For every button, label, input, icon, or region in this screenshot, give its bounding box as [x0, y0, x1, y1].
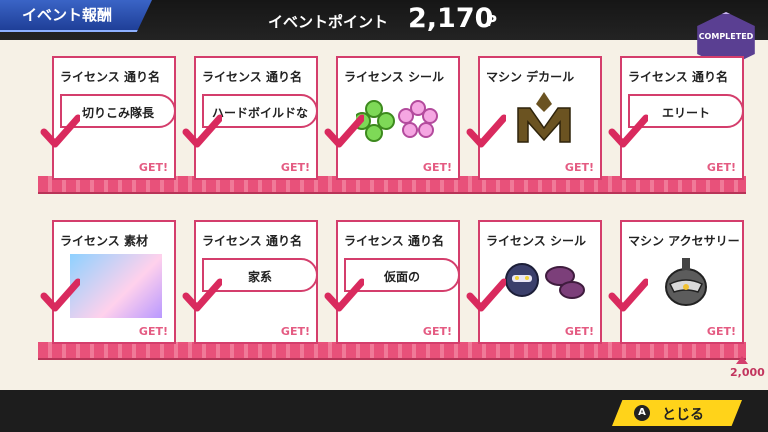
helmet-icon	[665, 258, 707, 306]
a-button-icon: A	[634, 405, 650, 421]
points-label: イベントポイント	[268, 13, 389, 31]
check-icon	[466, 112, 508, 152]
completed-badge-text: COMPLETED	[698, 32, 754, 41]
check-icon	[608, 276, 650, 316]
reward-category: マシン デカール	[486, 70, 575, 84]
get-label: GET!	[422, 325, 452, 338]
check-icon	[324, 276, 366, 316]
check-icon	[608, 112, 650, 152]
get-label: GET!	[422, 161, 452, 174]
check-icon	[466, 276, 508, 316]
landscape-photo-icon	[70, 254, 162, 318]
get-label: GET!	[280, 161, 310, 174]
get-label: GET!	[706, 161, 736, 174]
progress-stripe-row-2	[38, 342, 746, 358]
reward-category: ライセンス シール	[486, 234, 586, 248]
points-value: 2,170	[408, 3, 494, 34]
check-icon	[40, 112, 82, 152]
check-icon	[182, 112, 224, 152]
reward-category: ライセンス 通り名	[60, 70, 160, 84]
reward-category: ライセンス 素材	[60, 234, 148, 248]
flower-stickers-icon	[356, 100, 438, 142]
knight-sticker-icon	[505, 263, 585, 299]
reward-category: マシン アクセサリー	[628, 234, 740, 248]
points-unit: P	[486, 12, 497, 30]
title-tab: イベント報酬	[0, 0, 152, 32]
header-bar: イベント報酬 イベントポイント 2,170 P	[0, 0, 768, 40]
get-label: GET!	[280, 325, 310, 338]
reward-category: ライセンス 通り名	[344, 234, 444, 248]
check-icon	[182, 276, 224, 316]
check-icon	[324, 112, 366, 152]
get-label: GET!	[564, 325, 594, 338]
get-label: GET!	[138, 325, 168, 338]
m-decal-icon	[517, 92, 571, 143]
get-label: GET!	[564, 161, 594, 174]
reward-category: ライセンス 通り名	[202, 234, 302, 248]
reward-category: ライセンス 通り名	[628, 70, 728, 84]
page-title: イベント報酬	[22, 6, 113, 24]
check-icon	[40, 276, 82, 316]
goal-points: 2,000	[730, 366, 765, 379]
get-label: GET!	[706, 325, 736, 338]
get-label: GET!	[138, 161, 168, 174]
reward-category: ライセンス シール	[344, 70, 444, 84]
close-button-label: とじる	[662, 407, 704, 423]
reward-category: ライセンス 通り名	[202, 70, 302, 84]
goal-marker-icon	[736, 356, 748, 364]
close-button[interactable]: A とじる	[612, 400, 742, 426]
